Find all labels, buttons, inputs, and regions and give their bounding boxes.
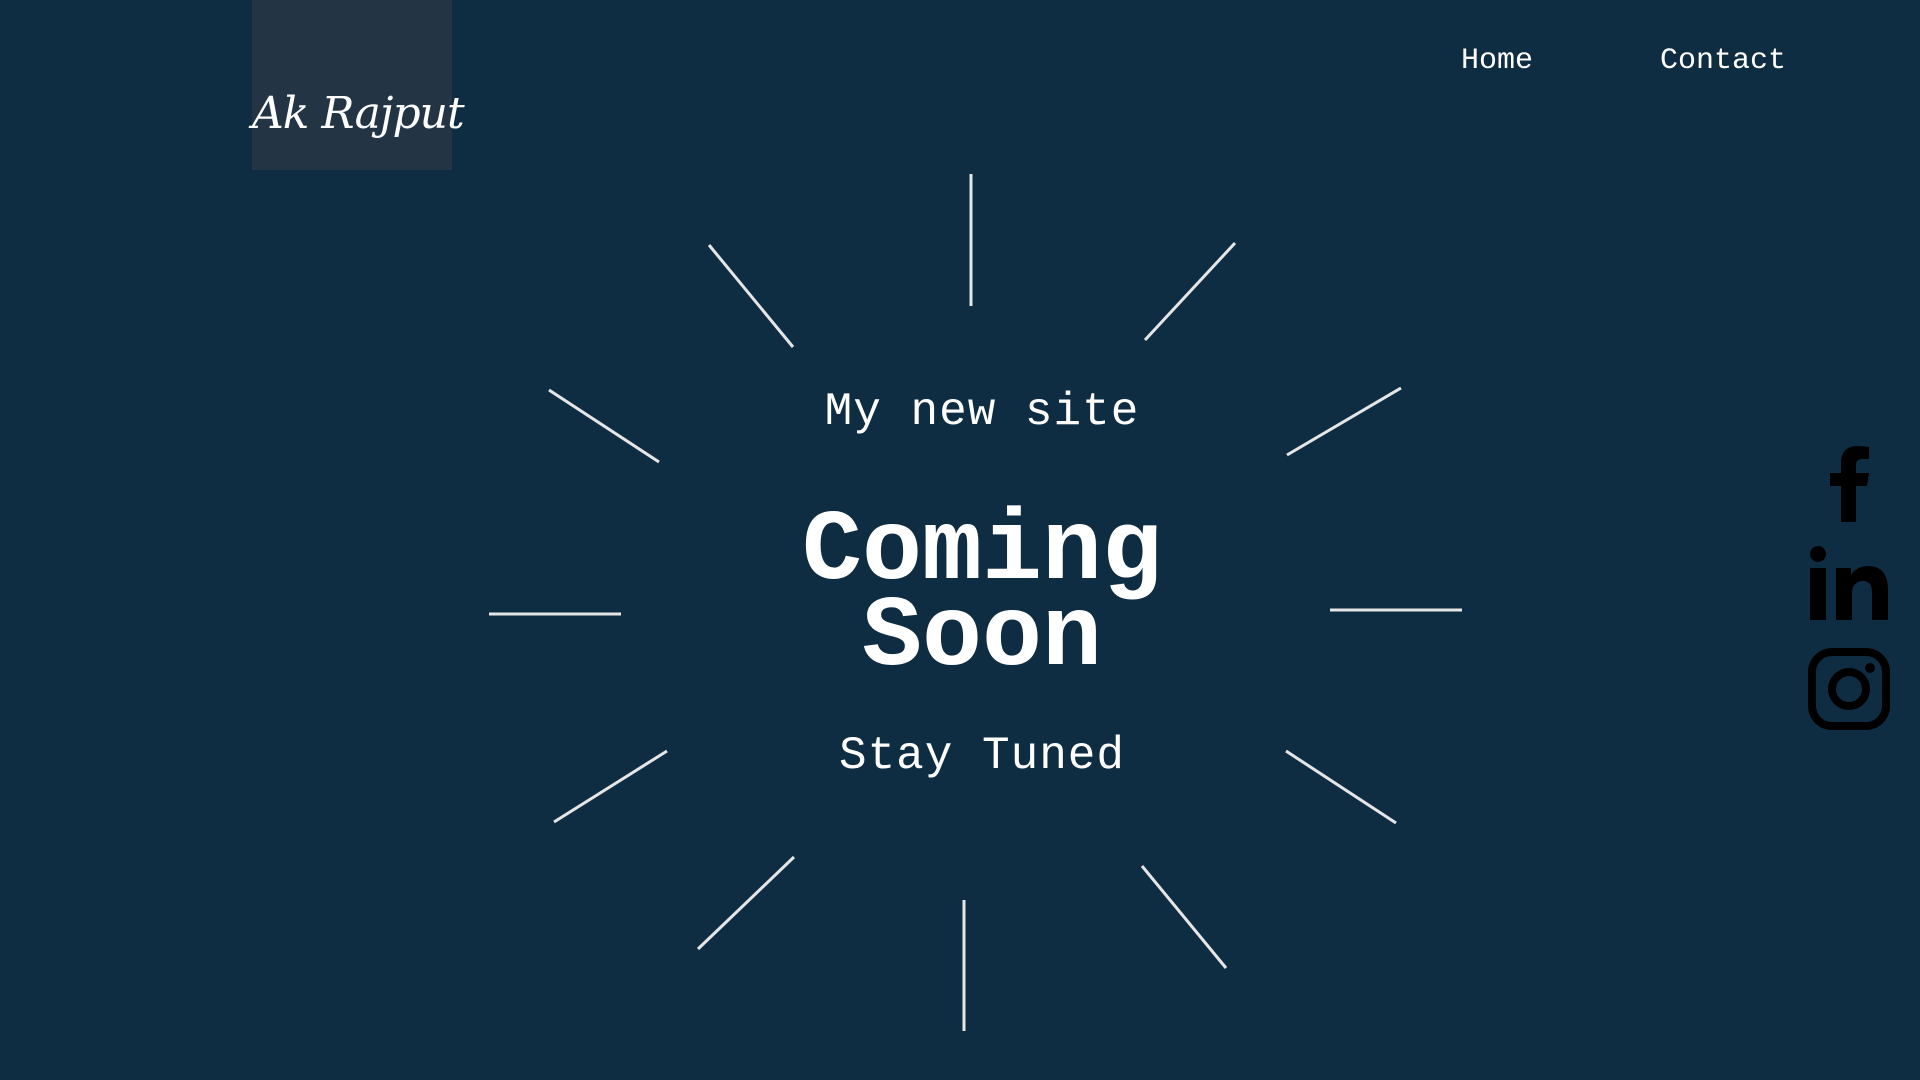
logo-box[interactable]: Ak Rajput [252,0,465,170]
burst-line-lower-right [1285,749,1397,825]
burst-line-upper-right [1286,386,1402,457]
burst-line-bottom-right [1140,865,1228,969]
headline-line-2: Soon [861,582,1103,695]
burst-line-bottom-left [696,855,796,951]
social-bar [1804,436,1894,748]
burst-line-top-left [707,244,795,348]
hero-subtitle: My new site [824,386,1140,438]
instagram-icon[interactable] [1804,644,1894,734]
burst-line-top-right [1143,241,1237,342]
nav-link-home[interactable]: Home [1461,44,1533,78]
hero-headline: Coming Soon [672,503,1292,695]
burst-line-lower-left [553,749,668,824]
facebook-icon[interactable] [1804,436,1894,526]
logo-text: Ak Rajput [252,88,465,139]
linkedin-icon[interactable] [1804,540,1894,630]
hero-tagline: Stay Tuned [838,730,1126,782]
nav-link-contact[interactable]: Contact [1660,44,1786,78]
burst-line-upper-left [548,388,660,464]
